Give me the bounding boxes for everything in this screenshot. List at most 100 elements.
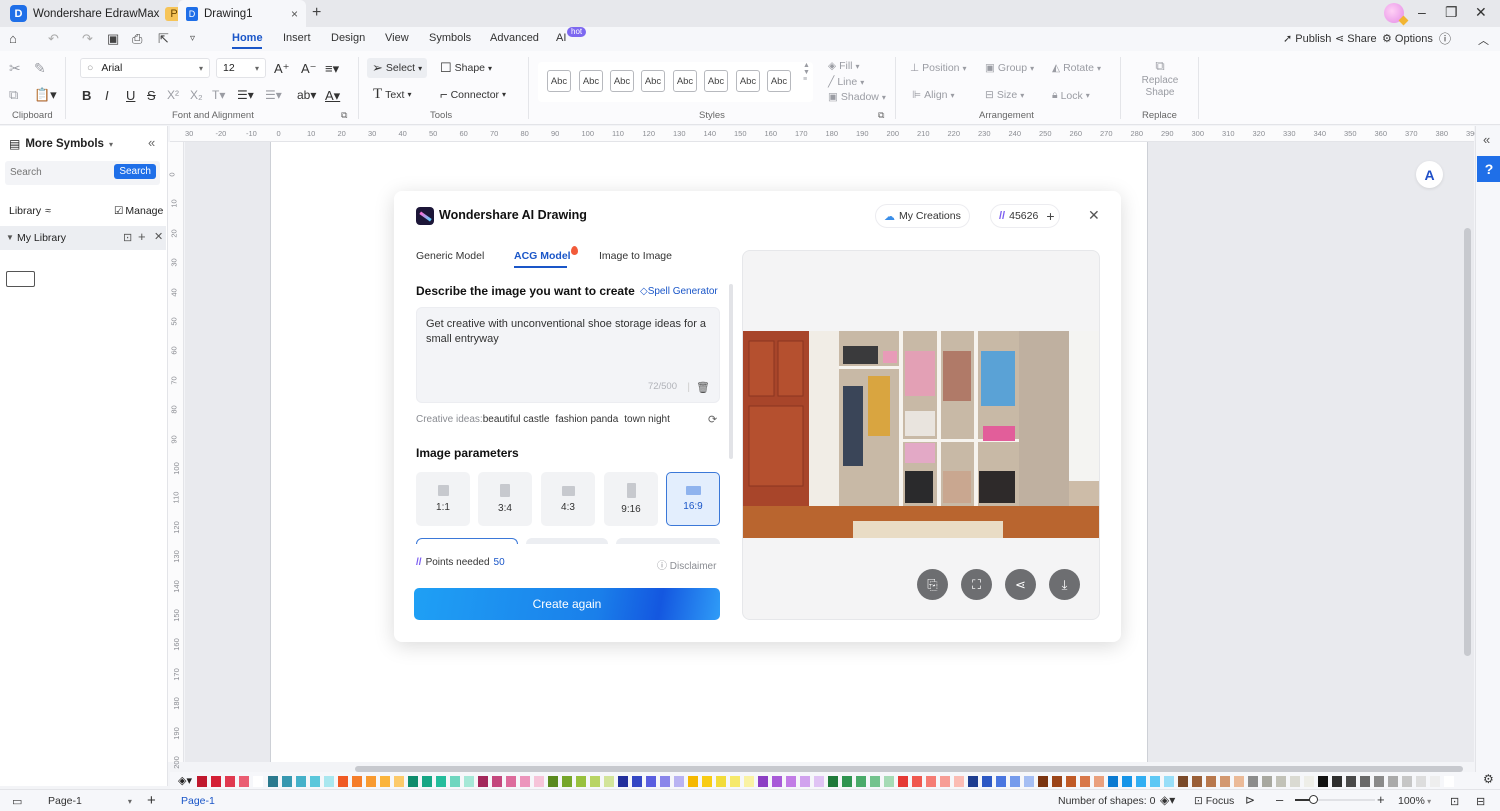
more-symbols-dropdown[interactable]: ▤ More Symbols ▾ [9,137,113,151]
close-tab-icon[interactable]: × [291,7,298,21]
spell-generator-link[interactable]: ◇Spell Generator [640,286,718,297]
color-swatch[interactable] [1080,776,1090,787]
color-swatch[interactable] [1164,776,1174,787]
text-highlight-button[interactable]: ab▾ [297,88,316,102]
style-option-partial[interactable] [616,538,720,544]
help-button[interactable]: ? [1477,156,1500,182]
color-swatch[interactable] [352,776,362,787]
download-button[interactable]: ⤓ [1049,569,1080,600]
page-layout-icon[interactable]: ▭ [12,795,22,808]
strikethrough-button[interactable]: S [147,88,156,103]
text-align-icon[interactable]: ≡▾ [325,61,339,77]
color-swatch[interactable] [1150,776,1160,787]
replace-shape-button[interactable]: ⧉ Replace Shape [1140,59,1180,99]
ai-assistant-icon[interactable]: A [1416,161,1443,188]
rotate-button[interactable]: ◭ Rotate ▾ [1052,62,1101,74]
color-swatch[interactable] [1248,776,1258,787]
menu-view[interactable]: View [385,32,409,44]
zoom-slider-handle[interactable] [1309,795,1318,804]
style-preset-2[interactable]: Abc [579,70,603,92]
color-swatch[interactable] [394,776,404,787]
color-swatch[interactable] [239,776,249,787]
color-swatch[interactable] [996,776,1006,787]
color-swatch[interactable] [884,776,894,787]
superscript-button[interactable]: X² [167,88,179,102]
page-tab-active[interactable]: Page-1 [181,795,215,807]
color-swatch[interactable] [1290,776,1300,787]
color-swatch[interactable] [562,776,572,787]
color-swatch[interactable] [506,776,516,787]
user-avatar[interactable] [1384,3,1404,23]
menu-insert[interactable]: Insert [283,32,311,44]
restore-button[interactable]: ❐ [1445,4,1458,21]
align-button[interactable]: ⊫ Align ▾ [912,89,955,101]
color-swatch[interactable] [408,776,418,787]
color-swatch[interactable] [814,776,824,787]
font-family-select[interactable]: ○ Arial ▾ [80,58,210,78]
font-settings-launcher-icon[interactable]: ⧉ [341,110,347,121]
color-swatch[interactable] [548,776,558,787]
app-tab[interactable]: D Wondershare EdrawMax Pro [10,0,193,27]
insert-to-canvas-button[interactable]: ⎘ [917,569,948,600]
color-swatch[interactable] [492,776,502,787]
vertical-scrollbar[interactable] [1464,228,1471,656]
color-swatch[interactable] [1430,776,1440,787]
help-icon[interactable]: ⓘ [1439,30,1451,47]
style-preset-8[interactable]: Abc [767,70,791,92]
color-swatch[interactable] [870,776,880,787]
color-swatch[interactable] [310,776,320,787]
zoom-in-button[interactable]: + [1377,792,1385,807]
fill-button[interactable]: ◈ Fill ▾ [828,60,860,72]
new-tab-button[interactable]: + [312,4,321,22]
color-swatch[interactable] [1122,776,1132,787]
paste-icon[interactable]: 📋▾ [34,87,57,103]
underline-button[interactable]: U [126,88,135,103]
color-swatch[interactable] [1318,776,1328,787]
color-swatch[interactable] [968,776,978,787]
redo-icon[interactable]: ↷ [82,31,93,47]
color-swatch[interactable] [1206,776,1216,787]
color-swatch[interactable] [688,776,698,787]
color-swatch[interactable] [478,776,488,787]
color-swatch[interactable] [716,776,726,787]
minimize-button[interactable]: – [1418,4,1426,20]
idea-chip[interactable]: town night [624,414,670,425]
color-swatch[interactable] [730,776,740,787]
style-option-partial[interactable] [526,538,608,544]
menu-symbols[interactable]: Symbols [429,32,471,44]
undo-icon[interactable]: ↶ [48,31,59,47]
refresh-ideas-icon[interactable]: ⟳ [708,413,717,426]
menu-home[interactable]: Home [232,32,263,44]
color-swatch[interactable] [366,776,376,787]
color-swatch[interactable] [1262,776,1272,787]
style-preset-7[interactable]: Abc [736,70,760,92]
color-swatch[interactable] [632,776,642,787]
bullets-button[interactable]: ☰▾ [265,88,282,102]
color-swatch[interactable] [1332,776,1342,787]
add-icon[interactable]: + [138,229,146,244]
my-creations-button[interactable]: ☁ My Creations [875,204,970,228]
text-style-button[interactable]: T▾ [212,88,225,102]
expand-panel-icon[interactable]: « [1483,132,1490,147]
disclaimer-link[interactable]: ⓘ Disclaimer [657,557,716,572]
color-swatch[interactable] [1374,776,1384,787]
line-button[interactable]: ╱ Line ▾ [828,76,864,88]
select-tool-button[interactable]: ➢ Select ▾ [367,58,428,78]
color-swatch[interactable] [982,776,992,787]
color-swatch[interactable] [282,776,292,787]
style-preset-3[interactable]: Abc [610,70,634,92]
idea-chip[interactable]: fashion panda [555,414,618,425]
color-swatch[interactable] [268,776,278,787]
page-dropdown[interactable]: Page-1 ▾ [48,795,132,807]
color-swatch[interactable] [1038,776,1048,787]
idea-chip[interactable]: beautiful castle [483,414,550,425]
shape-tool-button[interactable]: ☐ Shape ▾ [440,60,492,76]
publish-button[interactable]: ➚ Publish [1283,32,1331,45]
create-again-button[interactable]: Create again [414,588,720,620]
copy-icon[interactable]: ⧉ [9,87,18,103]
font-color-button[interactable]: A▾ [325,88,340,104]
focus-button[interactable]: ⊡ Focus [1194,795,1234,807]
text-tool-button[interactable]: T Text ▾ [373,86,411,103]
cut-icon[interactable]: ✂ [9,60,21,77]
ratio-option-16-9[interactable]: 16:9 [666,472,720,526]
